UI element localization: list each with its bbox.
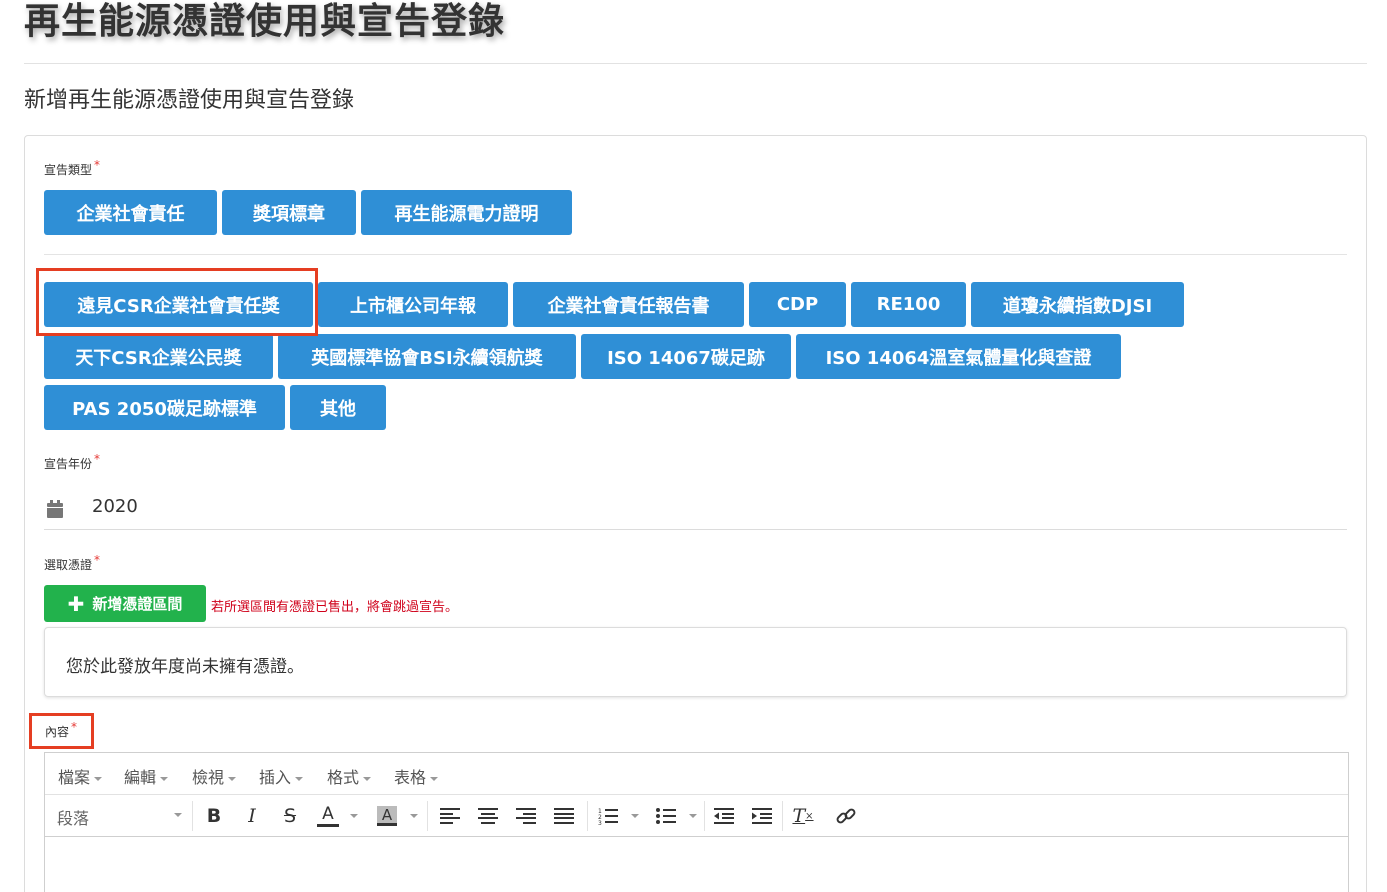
numbered-list-icon[interactable]: 123 xyxy=(596,803,620,829)
sold-certificate-warning: 若所選區間有憑證已售出，將會跳過宣告。 xyxy=(211,600,459,615)
empty-certificate-message: 您於此發放年度尚未擁有憑證。 xyxy=(66,657,304,677)
block-format-value: 段落 xyxy=(57,809,90,828)
align-justify-icon[interactable] xyxy=(552,803,576,829)
menu-format-label: 格式 xyxy=(327,768,360,787)
align-right-icon[interactable] xyxy=(514,803,538,829)
award-button-iso14064[interactable]: ISO 14064溫室氣體量化與查證 xyxy=(796,334,1121,379)
editor-toolbar: 段落 B I S A A 123 T × xyxy=(45,795,1348,837)
type-button-re-proof[interactable]: 再生能源電力證明 xyxy=(361,190,572,235)
required-mark: * xyxy=(94,452,101,466)
clear-format-icon[interactable]: T × xyxy=(791,803,815,829)
bullet-list-icon[interactable] xyxy=(654,803,678,829)
toolbar-separator xyxy=(587,801,588,831)
certificate-label-text: 選取憑證 xyxy=(44,558,93,572)
align-left-icon[interactable] xyxy=(438,803,462,829)
text-color-icon[interactable]: A xyxy=(317,803,339,827)
chevron-down-icon[interactable] xyxy=(345,803,359,829)
award-button-pas2050[interactable]: PAS 2050碳足跡標準 xyxy=(44,385,285,430)
indent-icon[interactable] xyxy=(750,803,774,829)
award-button-cdp[interactable]: CDP xyxy=(749,282,846,327)
chevron-down-icon xyxy=(363,776,372,781)
menu-view-label: 檢視 xyxy=(192,768,225,787)
declaration-type-label: 宣告類型 * xyxy=(44,158,100,178)
menu-format[interactable]: 格式 xyxy=(327,764,372,788)
required-mark: * xyxy=(94,158,101,172)
svg-text:3: 3 xyxy=(598,820,602,825)
italic-icon[interactable]: I xyxy=(241,803,263,829)
plus-icon: ✚ xyxy=(67,591,85,616)
clear-format-glyph: T xyxy=(792,805,806,827)
menu-edit[interactable]: 編輯 xyxy=(124,764,169,788)
award-button-cw-citizen[interactable]: 天下CSR企業公民獎 xyxy=(44,334,273,379)
menu-view[interactable]: 檢視 xyxy=(192,764,237,788)
bold-icon[interactable]: B xyxy=(203,803,225,829)
toolbar-separator xyxy=(192,801,193,831)
align-center-icon[interactable] xyxy=(476,803,500,829)
block-format-select[interactable]: 段落 xyxy=(57,805,182,829)
menu-insert[interactable]: 插入 xyxy=(259,764,304,788)
chevron-down-icon xyxy=(160,776,169,781)
chevron-down-icon[interactable] xyxy=(405,803,419,829)
highlight-outline-content xyxy=(29,713,94,749)
award-button-djsi[interactable]: 道瓊永續指數DJSI xyxy=(971,282,1184,327)
chevron-down-icon xyxy=(174,813,182,817)
link-icon[interactable] xyxy=(834,803,858,829)
background-color-icon[interactable]: A xyxy=(377,806,397,826)
title-divider xyxy=(24,63,1367,64)
chevron-down-icon[interactable] xyxy=(626,803,640,829)
rich-text-editor: 檔案 編輯 檢視 插入 格式 表格 段落 B I S A A 1 2 3 T × xyxy=(44,752,1349,892)
declaration-year-label: 宣告年份 * xyxy=(44,452,100,472)
certificate-label: 選取憑證 * xyxy=(44,553,100,573)
section-divider xyxy=(44,254,1347,255)
chevron-down-icon xyxy=(295,776,304,781)
menu-table-label: 表格 xyxy=(394,768,427,787)
toolbar-separator xyxy=(782,801,783,831)
toolbar-separator xyxy=(427,801,428,831)
award-button-annual-report[interactable]: 上市櫃公司年報 xyxy=(318,282,508,327)
outdent-icon[interactable] xyxy=(712,803,736,829)
award-button-iso14067[interactable]: ISO 14067碳足跡 xyxy=(581,334,791,379)
award-button-csr-report[interactable]: 企業社會責任報告書 xyxy=(513,282,744,327)
menu-insert-label: 插入 xyxy=(259,768,292,787)
award-button-bsi[interactable]: 英國標準協會BSI永續領航獎 xyxy=(278,334,576,379)
chevron-down-icon xyxy=(228,776,237,781)
add-certificate-range-label: 新增憑證區間 xyxy=(92,595,183,613)
declaration-type-label-text: 宣告類型 xyxy=(44,163,93,177)
page-title: 再生能源憑證使用與宣告登錄 xyxy=(24,1,506,42)
type-button-award[interactable]: 獎項標章 xyxy=(222,190,356,235)
chevron-down-icon xyxy=(94,776,103,781)
required-mark: * xyxy=(94,553,101,567)
year-value[interactable]: 2020 xyxy=(92,496,138,517)
chevron-down-icon xyxy=(430,776,439,781)
toolbar-separator xyxy=(704,801,705,831)
type-button-csr[interactable]: 企業社會責任 xyxy=(44,190,217,235)
highlight-outline-award xyxy=(36,268,318,336)
menu-file[interactable]: 檔案 xyxy=(58,764,103,788)
declaration-year-label-text: 宣告年份 xyxy=(44,457,93,471)
award-button-other[interactable]: 其他 xyxy=(290,385,386,430)
strikethrough-icon[interactable]: S xyxy=(279,803,301,829)
calendar-icon[interactable] xyxy=(47,500,63,518)
menu-edit-label: 編輯 xyxy=(124,768,157,787)
editor-menubar: 檔案 編輯 檢視 插入 格式 表格 xyxy=(45,753,1348,795)
add-certificate-range-button[interactable]: ✚ 新增憑證區間 xyxy=(44,585,206,622)
chevron-down-icon[interactable] xyxy=(684,803,698,829)
year-field[interactable]: 2020 xyxy=(44,490,1347,530)
award-button-re100[interactable]: RE100 xyxy=(851,282,966,327)
certificate-list: 您於此發放年度尚未擁有憑證。 xyxy=(44,627,1347,697)
page-subtitle: 新增再生能源憑證使用與宣告登錄 xyxy=(24,88,355,113)
menu-file-label: 檔案 xyxy=(58,768,91,787)
clear-format-x: × xyxy=(805,810,814,822)
menu-table[interactable]: 表格 xyxy=(394,764,439,788)
